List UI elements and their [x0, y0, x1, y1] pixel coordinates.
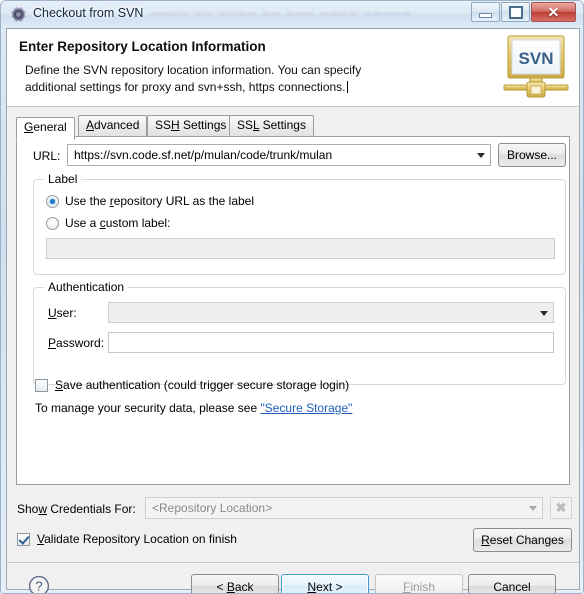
- tab-ssh-prefix: SS: [155, 118, 172, 132]
- svg-text:SVN: SVN: [519, 49, 554, 68]
- custom-label-input[interactable]: [46, 238, 555, 259]
- radio-use-repository-url-indicator[interactable]: [46, 195, 59, 208]
- svg-text:?: ?: [35, 579, 42, 594]
- close-icon: ✕: [547, 3, 560, 20]
- user-chevron-down-icon[interactable]: [540, 310, 548, 316]
- tab-advanced-suffix: dvanced: [94, 118, 140, 132]
- tab-ssh-settings[interactable]: SSH Settings: [147, 115, 235, 136]
- validate-repository-label: Validate Repository Location on finish: [37, 532, 237, 546]
- page-title: Enter Repository Location Information: [19, 39, 266, 54]
- browse-button[interactable]: Browse...: [498, 143, 566, 167]
- url-combo[interactable]: https://svn.code.sf.net/p/mulan/code/tru…: [67, 144, 491, 166]
- tab-ssl-suffix: Settings: [259, 118, 306, 132]
- tab-ssl-prefix: SS: [237, 118, 254, 132]
- authentication-group: Authentication User: Password:: [33, 280, 566, 385]
- tab-ssl-settings[interactable]: SSL Settings: [229, 115, 314, 136]
- tab-ssh-mnemonic: H: [171, 118, 180, 132]
- text-caret: [346, 81, 348, 93]
- general-tab-panel: URL: https://svn.code.sf.net/p/mulan/cod…: [16, 136, 570, 485]
- reset-changes-label: Reset Changes: [481, 533, 564, 547]
- maximize-icon: [508, 5, 523, 19]
- reset-changes-button[interactable]: Reset Changes: [473, 528, 572, 552]
- footer-separator: [7, 562, 579, 563]
- save-authentication-label: Save authentication (could trigger secur…: [55, 378, 350, 392]
- svn-gear-icon: [10, 6, 27, 23]
- save-authentication-checkbox[interactable]: [35, 379, 48, 392]
- secure-storage-note-text: To manage your security data, please see: [35, 401, 261, 415]
- radio-use-custom-label-indicator[interactable]: [46, 217, 59, 230]
- finish-button: Finish: [375, 574, 463, 594]
- show-credentials-combo[interactable]: <Repository Location>: [145, 497, 543, 519]
- dialog-client-area: Enter Repository Location Information De…: [6, 28, 580, 593]
- dialog-window: ▁▁▁▁ ▁▁ ▁▁▁▁ ▁▁ ▁▁▁ ▁▁▁▁ ▁▁▁▁▁ Checkout …: [0, 0, 584, 594]
- label-group-legend: Label: [44, 172, 82, 186]
- secure-storage-note: To manage your security data, please see…: [35, 401, 352, 415]
- radio-use-custom-label-label: Use a custom label:: [65, 216, 171, 230]
- user-label: User:: [48, 306, 77, 320]
- password-label: Password:: [48, 336, 105, 350]
- validate-repository-checkbox[interactable]: [17, 533, 30, 546]
- wizard-header: Enter Repository Location Information De…: [7, 29, 579, 107]
- finish-button-label: Finish: [402, 579, 436, 594]
- tab-advanced-mnemonic: A: [86, 118, 95, 132]
- title-bar[interactable]: ▁▁▁▁ ▁▁ ▁▁▁▁ ▁▁ ▁▁▁ ▁▁▁▁ ▁▁▁▁▁ Checkout …: [1, 1, 583, 28]
- page-description-line1: Define the SVN repository location infor…: [25, 63, 362, 77]
- clear-credentials-button[interactable]: ✖: [550, 497, 572, 519]
- url-label: URL:: [33, 149, 61, 163]
- page-description-line2: additional settings for proxy and svn+ss…: [25, 80, 346, 94]
- page-description: Define the SVN repository location infor…: [25, 62, 465, 96]
- tab-advanced[interactable]: Advanced: [78, 115, 148, 136]
- tab-general-suffix: eneral: [33, 120, 67, 134]
- chevron-down-icon[interactable]: [477, 153, 485, 158]
- cancel-button[interactable]: Cancel: [468, 574, 556, 594]
- svn-banner-icon: SVN: [501, 34, 571, 100]
- show-credentials-label: Show Credentials For:: [17, 502, 136, 516]
- secure-storage-link[interactable]: "Secure Storage": [260, 401, 352, 415]
- label-group: Label Use the repository URL as the labe…: [33, 172, 566, 275]
- next-button[interactable]: Next >: [281, 574, 369, 594]
- authentication-group-legend: Authentication: [44, 280, 129, 294]
- password-input[interactable]: [108, 332, 554, 353]
- url-combo-value: https://svn.code.sf.net/p/mulan/code/tru…: [74, 148, 333, 162]
- cancel-button-label: Cancel: [493, 579, 531, 594]
- maximize-button[interactable]: [501, 2, 530, 22]
- tab-ssh-suffix: Settings: [179, 118, 227, 132]
- back-button[interactable]: < Back: [191, 574, 279, 594]
- close-button[interactable]: ✕: [531, 2, 576, 22]
- help-question-icon[interactable]: ?: [28, 575, 50, 594]
- back-button-label: < Back: [216, 579, 254, 594]
- next-button-label: Next >: [307, 579, 343, 594]
- show-credentials-combo-placeholder: <Repository Location>: [152, 501, 273, 515]
- radio-use-repository-url-label: Use the repository URL as the label: [65, 194, 254, 208]
- clear-x-icon: ✖: [555, 500, 567, 515]
- show-credentials-chevron-down-icon[interactable]: [529, 506, 537, 511]
- window-title: Checkout from SVN: [33, 6, 144, 20]
- minimize-button[interactable]: [471, 2, 500, 22]
- minimize-icon: [479, 13, 492, 18]
- tab-general-mnemonic: G: [24, 120, 34, 134]
- tab-general[interactable]: General: [16, 117, 75, 140]
- user-combo[interactable]: [108, 302, 554, 323]
